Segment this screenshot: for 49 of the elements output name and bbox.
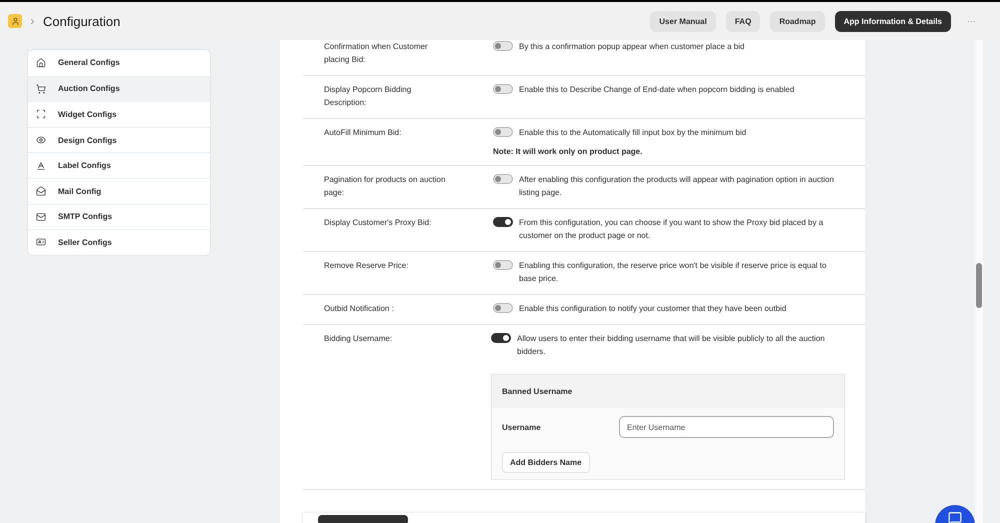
- toggle-switch[interactable]: [493, 217, 513, 227]
- mail-open-icon: [36, 186, 46, 196]
- sidebar-item[interactable]: Design Configs: [28, 126, 210, 152]
- home-icon: [36, 58, 46, 68]
- toggle-switch[interactable]: [493, 84, 513, 94]
- setting-label: Confirmation when Customer placing Bid:: [324, 41, 429, 66]
- toggle-switch[interactable]: [491, 333, 511, 343]
- setting-description: Enable this to the Automatically fill input box by the minimum bid: [519, 127, 746, 139]
- toggle-switch[interactable]: [493, 127, 513, 137]
- setting-label: Remove Reserve Price:: [324, 260, 410, 272]
- toggle-switch[interactable]: [493, 41, 513, 51]
- setting-description: Enable this to Describe Change of End-date when popcorn bidding is enabled: [519, 84, 794, 96]
- setting-label: Outbid Notification :: [324, 303, 395, 315]
- setting-label: Bidding Username:: [324, 333, 394, 345]
- scrollbar-thumb[interactable]: [976, 263, 982, 308]
- header-button[interactable]: Roadmap: [770, 10, 825, 32]
- setting-description: Allow users to enter their bidding username that will be visible publicly to all the auction bidders.: [517, 333, 826, 358]
- header-button[interactable]: User Manual: [650, 10, 716, 32]
- setting-description: Enabling this configuration, the reserve price won't be visible if reserve price is equal to base price.: [519, 260, 828, 285]
- app-logo-icon: [8, 14, 22, 28]
- mail-icon: [36, 212, 46, 222]
- toggle-switch[interactable]: [493, 174, 513, 184]
- page-title: Configuration: [43, 14, 120, 28]
- chevron-icon: [28, 16, 37, 26]
- setting-label: AutoFill Minimum Bid:: [324, 127, 402, 139]
- setting-label: Display Customer's Proxy Bid:: [324, 217, 432, 229]
- sidebar-item[interactable]: Auction Configs: [28, 76, 210, 102]
- sidebar-item[interactable]: Seller Configs: [28, 229, 210, 255]
- toggle-switch[interactable]: [493, 303, 513, 313]
- eye-icon: [36, 135, 46, 146]
- header-button[interactable]: FAQ: [726, 10, 760, 32]
- header-button[interactable]: App Information & Details: [834, 10, 951, 32]
- chat-icon: [948, 511, 962, 523]
- id-card-icon: [36, 237, 46, 248]
- setting-label: Display Popcorn Bidding Description:: [324, 84, 412, 109]
- card-header: Banned Username: [492, 375, 844, 408]
- setting-description: From this configuration, you can choose if you want to show the Proxy bid placed by a customer on the product page or not.: [519, 217, 824, 242]
- setting-note: Note: It will work only on product page.: [493, 147, 644, 156]
- cart-icon: [36, 84, 46, 94]
- text-icon: [36, 160, 46, 171]
- scan-frame-icon: [36, 109, 46, 120]
- setting-description: By this a confirmation popup appear when customer place a bid: [519, 41, 744, 53]
- add-bidders-button[interactable]: Add Bidders Name: [502, 452, 590, 473]
- setting-description: After enabling this configuration the products will appear with pagination option in auction listing page.: [519, 174, 835, 199]
- setting-description: Enable this configuration to notify your customer that they have been outbid: [519, 303, 786, 315]
- field-label: Username: [502, 422, 542, 432]
- setting-label: Pagination for products on auction page:: [324, 174, 446, 199]
- toggle-switch[interactable]: [493, 260, 513, 270]
- username-field[interactable]: Enter Username: [619, 416, 834, 438]
